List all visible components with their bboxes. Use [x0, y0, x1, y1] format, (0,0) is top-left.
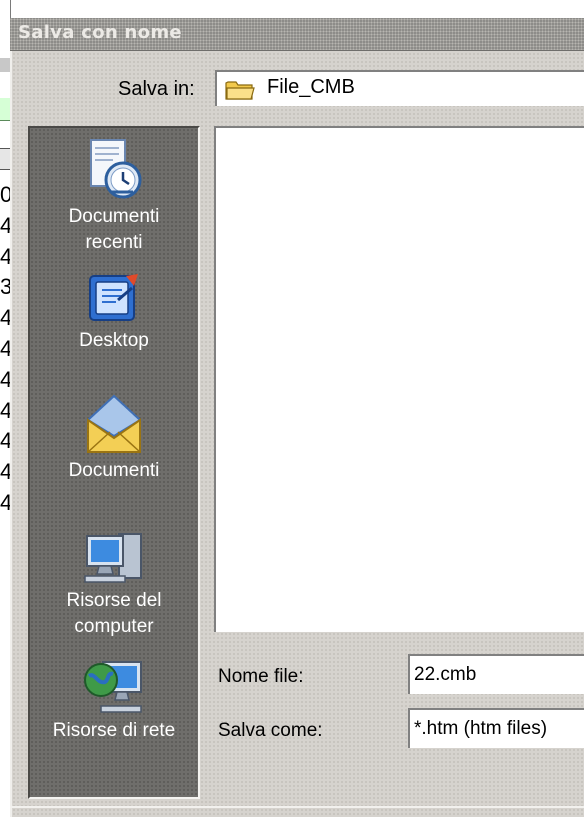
place-network[interactable]: Risorse di rete [30, 654, 198, 744]
place-label-line: recenti [85, 232, 143, 253]
bg-strip [0, 58, 10, 72]
bg-digit: 4 [0, 243, 10, 269]
dialog-bottom-edge [10, 806, 584, 808]
filetype-dropdown[interactable]: *.htm (htm files) [408, 708, 584, 748]
dialog-title: Salva con nome [18, 22, 182, 43]
bg-strip [0, 98, 10, 121]
place-desktop[interactable]: Desktop [30, 270, 198, 354]
place-label-computer: Risorse del computer [30, 588, 198, 640]
bg-digit: 4 [0, 212, 10, 238]
bg-strip [0, 148, 10, 170]
bg-digit: 3 [0, 274, 10, 300]
filename-input[interactable]: 22.cmb [408, 654, 584, 694]
save-in-value: File_CMB [267, 76, 355, 98]
filetype-value: *.htm (htm files) [414, 718, 548, 739]
bg-digit: 4 [0, 305, 10, 331]
my-computer-icon [84, 533, 142, 583]
bg-digit: 0 [0, 182, 10, 207]
recent-documents-icon [90, 139, 142, 199]
place-label-network: Risorse di rete [52, 720, 176, 741]
dialog-title-bar[interactable]: Salva con nome [10, 18, 584, 51]
network-places-icon [84, 661, 142, 713]
bg-digit: 4 [0, 459, 10, 485]
place-label-desktop: Desktop [79, 330, 149, 351]
place-label-documents: Documenti [68, 460, 160, 481]
folder-icon [225, 81, 255, 100]
bg-digit: 4 [0, 489, 10, 515]
background-digit-column: 0 4 4 3 4 4 4 4 4 4 4 [0, 180, 10, 519]
desktop-icon [89, 274, 138, 321]
my-documents-icon [86, 394, 142, 453]
place-label-line: Risorse del [66, 590, 162, 611]
bg-digit: 4 [0, 366, 10, 392]
save-in-dropdown[interactable]: File_CMB [215, 70, 584, 106]
place-label-recent: Documenti recenti [30, 204, 198, 256]
place-my-documents[interactable]: Documenti [30, 392, 198, 484]
place-label-line: Documenti [68, 206, 160, 227]
place-recent-documents[interactable]: Documenti recenti [30, 136, 198, 256]
bg-digit: 4 [0, 397, 10, 423]
file-list-view[interactable] [214, 126, 584, 632]
place-my-computer[interactable]: Risorse del computer [30, 526, 198, 640]
bg-strip [0, 0, 10, 18]
places-bar: Documenti recenti Desktop Documenti Riso… [28, 126, 200, 799]
filename-label: Nome file: [218, 666, 304, 687]
filetype-label: Salva come: [218, 720, 323, 741]
save-in-label: Salva in: [118, 78, 195, 100]
bg-digit: 4 [0, 428, 10, 454]
bg-digit: 4 [0, 335, 10, 361]
filename-value: 22.cmb [414, 664, 477, 685]
place-label-line: computer [74, 616, 154, 637]
